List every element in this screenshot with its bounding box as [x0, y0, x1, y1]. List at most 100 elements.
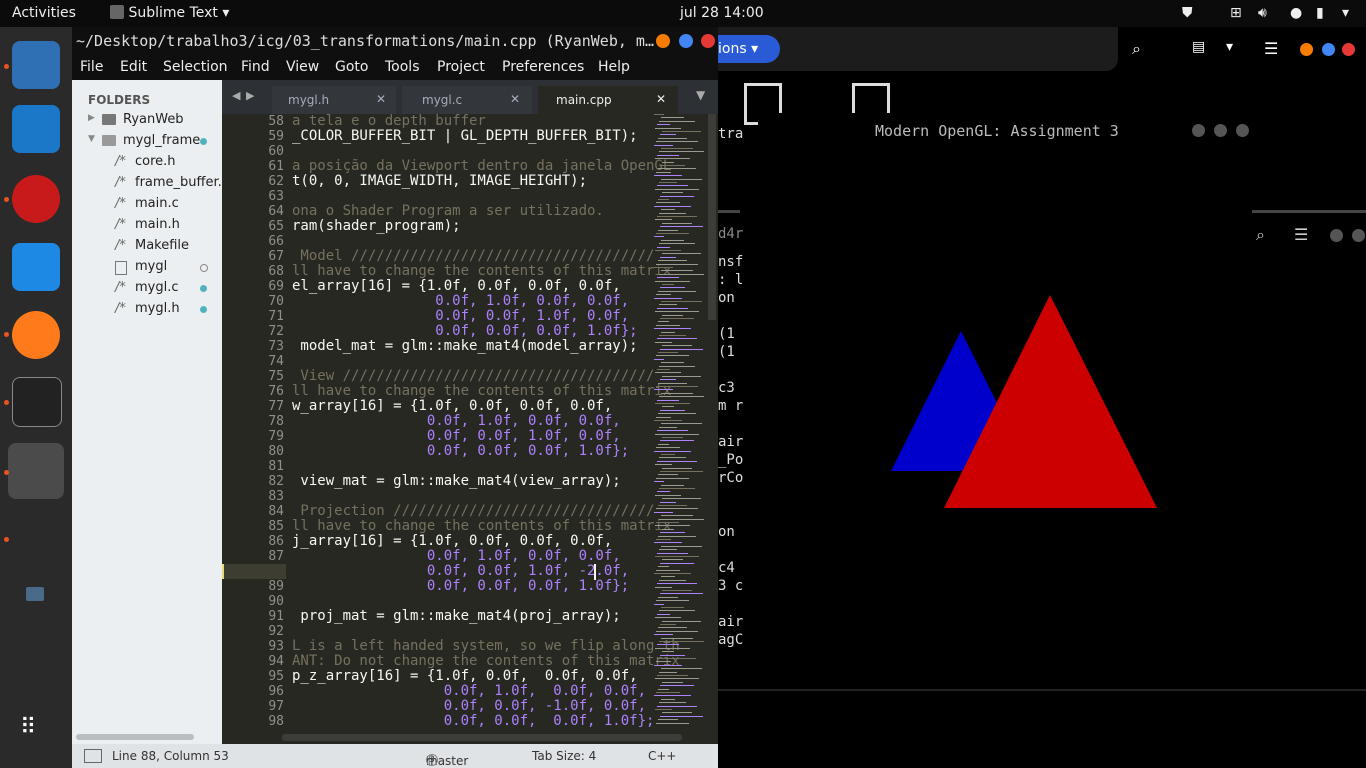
line-number: 58: [268, 114, 284, 129]
gl-minimize-button[interactable]: [1192, 124, 1205, 137]
vertical-scrollbar[interactable]: [708, 114, 716, 320]
minimap-line: [657, 307, 688, 309]
app-menu[interactable]: Sublime Text ▾: [110, 5, 229, 21]
folder-item[interactable]: ▼ mygl_frame: [72, 131, 222, 151]
minimap-line: [658, 535, 696, 537]
tab-mygl-h[interactable]: mygl.h ✕: [272, 86, 396, 114]
window-button[interactable]: [1352, 229, 1365, 242]
tab-scroll-right-icon[interactable]: ▶: [246, 89, 254, 102]
minimap-line: [662, 222, 692, 224]
minimize-button[interactable]: [656, 34, 670, 48]
minimap-line: [658, 352, 678, 353]
search-icon[interactable]: ⌕: [1256, 225, 1265, 245]
line-number: 91: [268, 609, 284, 624]
menu-project[interactable]: Project: [437, 59, 485, 75]
terminal-launcher-icon[interactable]: [12, 377, 62, 427]
file-item[interactable]: /* main.h: [72, 215, 222, 235]
minimap-line: [654, 236, 664, 238]
chevron-down-icon: ▼: [88, 134, 95, 144]
file-item[interactable]: mygl: [72, 257, 222, 277]
minimap-line: [660, 654, 685, 656]
show-apps-grid-icon[interactable]: ⠿: [20, 715, 52, 747]
microphone-icon[interactable]: ●: [1290, 5, 1302, 21]
minimap-line: [660, 624, 676, 625]
window-icon[interactable]: [26, 587, 44, 601]
clock[interactable]: jul 28 14:00: [680, 5, 764, 21]
minimap-line: [659, 610, 695, 612]
sublime-launcher-icon[interactable]: [8, 443, 64, 499]
vscode-launcher-icon[interactable]: [12, 243, 60, 291]
minimap-line: [656, 171, 671, 173]
maximize-button[interactable]: [1322, 43, 1335, 56]
menu-selection[interactable]: Selection: [163, 59, 228, 75]
line-number: 82: [268, 474, 284, 489]
sidebar-scrollbar[interactable]: [76, 734, 194, 740]
tab-size[interactable]: Tab Size: 4: [532, 749, 596, 763]
code-line: 0.0f, 1.0f, 0.0f, 0.0f,: [292, 293, 630, 309]
close-button[interactable]: [1342, 43, 1355, 56]
minimap-line: [654, 175, 682, 177]
bg-line: on: [718, 290, 735, 306]
close-icon[interactable]: ✕: [510, 92, 520, 106]
file-item[interactable]: /* frame_buffer.h: [72, 173, 230, 193]
firefox-launcher-icon[interactable]: [12, 311, 60, 359]
file-item[interactable]: /* main.c: [72, 194, 222, 214]
files-launcher-icon[interactable]: [12, 41, 60, 89]
horizontal-scrollbar[interactable]: [282, 734, 682, 741]
maximize-button[interactable]: [679, 34, 693, 48]
minimap-line: [659, 457, 686, 459]
minimap-line: [660, 379, 676, 381]
bg-tab-button[interactable]: ions ▾: [718, 35, 780, 63]
writer-launcher-icon[interactable]: [12, 105, 60, 153]
minimize-button[interactable]: [1300, 43, 1313, 56]
window-button[interactable]: [1330, 229, 1343, 242]
menu-find[interactable]: Find: [241, 59, 270, 75]
menu-icon[interactable]: ☰: [1294, 225, 1308, 244]
file-item[interactable]: /* mygl.h: [72, 299, 222, 319]
syntax-mode[interactable]: C++: [648, 749, 677, 763]
minimap-line: [655, 525, 690, 527]
system-menu-chevron-icon[interactable]: ▾: [1342, 5, 1349, 21]
shield-icon[interactable]: ⛊: [1182, 5, 1193, 21]
menu-icon[interactable]: ☰: [1264, 39, 1278, 58]
minimap-line: [657, 613, 670, 615]
opera-launcher-icon[interactable]: [12, 175, 60, 223]
file-item[interactable]: /* core.h: [72, 152, 222, 172]
volume-icon[interactable]: 🔊︎: [1258, 5, 1267, 21]
minimap[interactable]: [654, 114, 706, 744]
code-editor[interactable]: 58 59 60 61 62 63 64 65 66 67 68 69 70 71 72 73 74 75 76 77…: [222, 114, 718, 744]
network-icon[interactable]: ⊞: [1230, 5, 1242, 21]
menu-preferences[interactable]: Preferences: [502, 59, 584, 75]
close-button[interactable]: [701, 34, 715, 48]
activities-button[interactable]: Activities: [12, 5, 76, 21]
menu-view[interactable]: View: [286, 59, 319, 75]
panel-toggle-icon[interactable]: [84, 749, 102, 763]
search-icon[interactable]: ⌕: [1132, 39, 1141, 59]
tab-main-cpp[interactable]: main.cpp ✕: [538, 86, 678, 114]
tab-scroll-left-icon[interactable]: ◀: [232, 89, 240, 102]
close-icon[interactable]: ✕: [656, 92, 666, 106]
menu-file[interactable]: File: [80, 59, 103, 75]
cursor-position[interactable]: Line 88, Column 53: [112, 749, 229, 763]
menu-help[interactable]: Help: [598, 59, 630, 75]
line-number: 84: [268, 504, 284, 519]
chevron-down-icon[interactable]: ▾: [1226, 39, 1233, 55]
file-item[interactable]: /* Makefile: [72, 236, 222, 256]
close-icon[interactable]: ✕: [376, 92, 386, 106]
tab-mygl-c[interactable]: mygl.c ✕: [402, 86, 532, 114]
gl-maximize-button[interactable]: [1214, 124, 1227, 137]
menu-tools[interactable]: Tools: [385, 59, 420, 75]
tab-list-chevron-icon[interactable]: ▼: [696, 88, 705, 102]
battery-icon[interactable]: ▮: [1316, 5, 1324, 21]
minimap-line: [656, 233, 689, 234]
file-item[interactable]: /* mygl.c: [72, 278, 222, 298]
menu-goto[interactable]: Goto: [335, 59, 368, 75]
menu-edit[interactable]: Edit: [120, 59, 147, 75]
code-line: 0.0f, 1.0f, 0.0f, 0.0f,: [292, 548, 621, 564]
gl-close-button[interactable]: [1236, 124, 1249, 137]
minimap-line: [655, 647, 690, 649]
minimap-line: [655, 280, 690, 282]
minimap-line: [659, 120, 695, 122]
folder-item[interactable]: ▶ RyanWeb: [72, 110, 222, 130]
view-toggle-icon[interactable]: ▤: [1192, 39, 1205, 55]
